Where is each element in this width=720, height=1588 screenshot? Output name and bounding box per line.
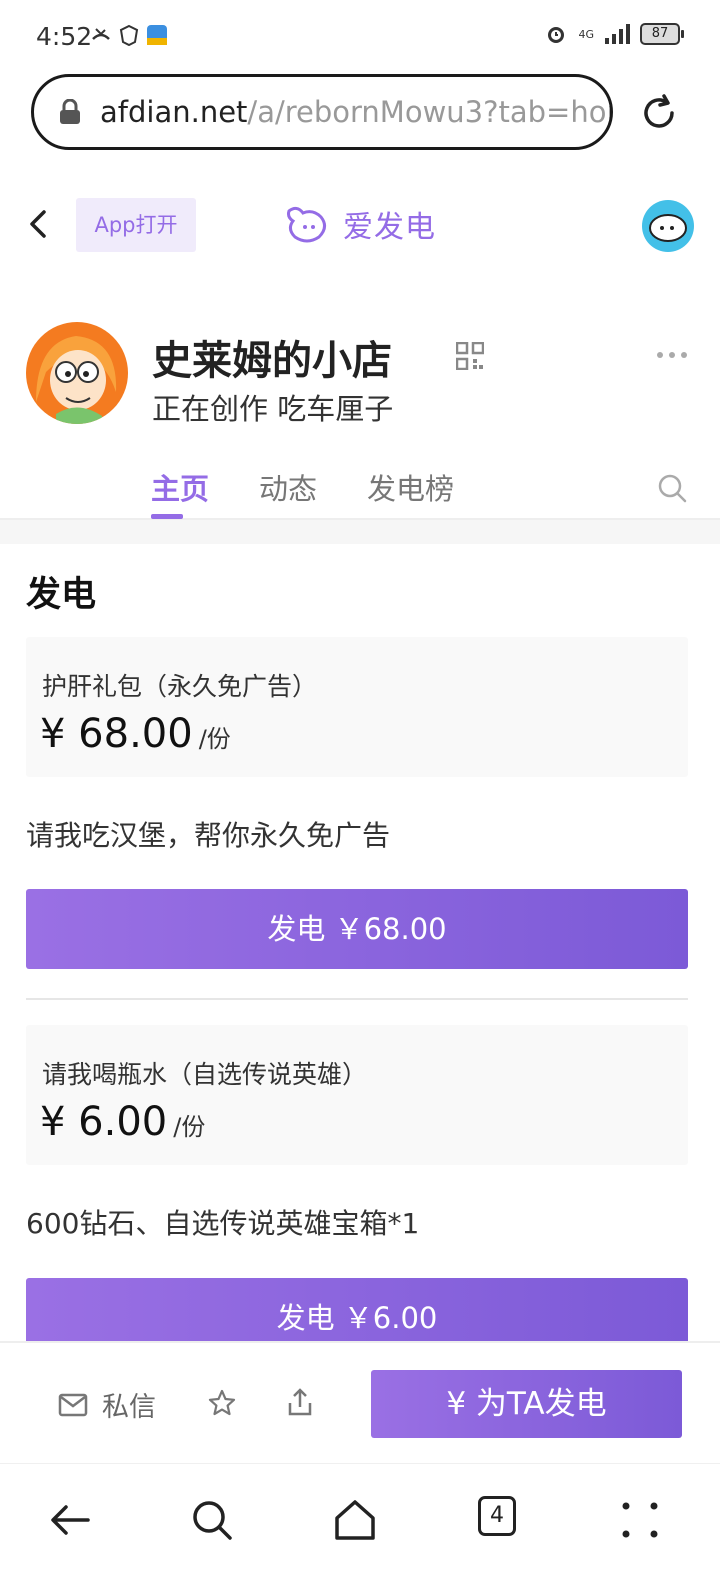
brand-logo-icon — [287, 206, 326, 243]
creator-name: 史莱姆的小店 — [152, 338, 392, 384]
avatar-mascot-icon — [649, 214, 687, 242]
browser-back-icon[interactable] — [48, 1498, 92, 1542]
lock-icon — [60, 99, 80, 124]
divider — [26, 998, 688, 1000]
search-icon[interactable] — [656, 472, 688, 504]
sponsor-plan-button[interactable]: 发电 ￥68.00 — [26, 889, 688, 969]
missed-call-icon — [92, 28, 110, 40]
qr-code-icon[interactable] — [456, 342, 484, 370]
user-avatar[interactable] — [642, 200, 694, 252]
address-bar[interactable]: afdian.net/a/rebornMowu3?tab=hom — [31, 74, 613, 150]
tab-posts[interactable]: 动态 — [259, 466, 317, 508]
plan-name: 护肝礼包（永久免广告） — [42, 672, 318, 701]
status-right-icons: 4G 87 — [544, 22, 684, 46]
plan-price-unit: /份 — [198, 725, 231, 753]
back-icon[interactable] — [26, 206, 52, 242]
active-tab-indicator — [151, 514, 183, 519]
browser-search-icon[interactable] — [190, 1498, 234, 1542]
tab-home[interactable]: 主页 — [151, 466, 209, 508]
plan-price-unit: /份 — [173, 1113, 206, 1141]
plan-description: 600钻石、自选传说英雄宝箱*1 — [26, 1207, 420, 1240]
signal-icon — [605, 24, 630, 44]
section-spacer — [0, 520, 720, 544]
plan-card: 护肝礼包（永久免广告） ¥ 68.00/份 — [26, 637, 688, 777]
more-options-icon[interactable] — [656, 350, 688, 360]
brand[interactable]: 爱发电 — [283, 202, 436, 246]
mail-icon — [58, 1393, 88, 1416]
message-label: 私信 — [102, 1392, 156, 1423]
bottom-action-bar: 私信 ¥ 为TA发电 — [0, 1341, 720, 1463]
plan-price-value: ¥ 6.00 — [40, 1099, 168, 1145]
shield-icon — [119, 24, 139, 46]
status-left-icons — [90, 24, 168, 46]
url-path: /a/rebornMowu3?tab=hom — [247, 95, 610, 129]
brand-name: 爱发电 — [343, 210, 436, 245]
reload-icon[interactable] — [638, 92, 680, 134]
alarm-icon — [548, 27, 565, 43]
section-title: 发电 — [26, 575, 97, 615]
creator-avatar-image-icon — [36, 336, 117, 424]
status-time: 4:52 — [36, 22, 93, 51]
home-icon[interactable] — [333, 1498, 377, 1542]
creator-status: 正在创作 吃车厘子 — [152, 392, 394, 426]
creator-profile: 史莱姆的小店 正在创作 吃车厘子 — [0, 320, 720, 430]
site-header: App打开 爱发电 — [0, 190, 720, 260]
star-icon[interactable] — [208, 1389, 236, 1417]
url-text[interactable]: afdian.net/a/rebornMowu3?tab=hom — [100, 95, 610, 129]
plan-card: 请我喝瓶水（自选传说英雄） ¥ 6.00/份 — [26, 1025, 688, 1165]
app-open-button[interactable]: App打开 — [76, 198, 196, 252]
plan-price-value: ¥ 68.00 — [40, 711, 193, 757]
support-creator-button[interactable]: ¥ 为TA发电 — [371, 1370, 682, 1438]
app-notification-icon — [147, 25, 167, 45]
status-bar: 4:52 4G 87 — [0, 0, 720, 76]
menu-dots-icon[interactable] — [618, 1498, 662, 1542]
plan-description: 请我吃汉堡，帮你永久免广告 — [26, 819, 391, 852]
plan-name: 请我喝瓶水（自选传说英雄） — [42, 1060, 368, 1089]
profile-tabs: 主页 动态 发电榜 — [0, 460, 720, 520]
message-button[interactable]: 私信 — [58, 1385, 156, 1424]
tab-sponsor-ranking[interactable]: 发电榜 — [367, 466, 454, 508]
share-icon[interactable] — [287, 1387, 313, 1417]
battery-indicator: 87 — [640, 23, 684, 45]
plan-price: ¥ 6.00/份 — [40, 1099, 205, 1145]
plan-price: ¥ 68.00/份 — [40, 711, 231, 757]
url-host: afdian.net — [100, 95, 248, 129]
tab-switcher-button[interactable]: 4 — [478, 1496, 516, 1536]
browser-bottom-nav: 4 — [0, 1463, 720, 1588]
network-label: 4G — [578, 27, 594, 41]
creator-avatar[interactable] — [26, 322, 128, 424]
